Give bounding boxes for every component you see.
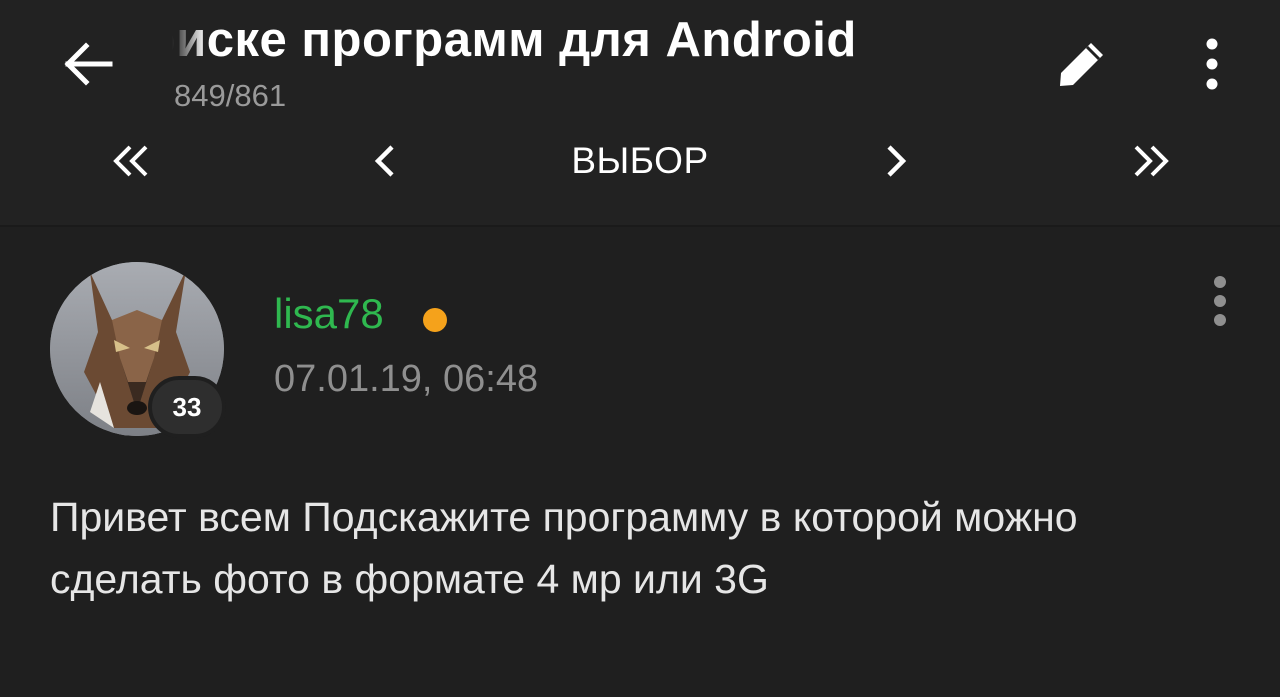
double-chevron-left-icon [113,145,148,177]
back-button[interactable] [52,28,124,100]
first-page-button[interactable] [90,128,170,194]
author-name[interactable]: lisa78 [274,290,384,338]
last-page-button[interactable] [1112,128,1192,194]
post-date: 07.01.19, 06:48 [274,358,539,400]
pencil-icon [1060,43,1103,86]
page-select-button[interactable]: ВЫБОР [540,128,740,194]
post-counter: 849/861 [174,78,287,113]
title-fade-right [868,8,902,78]
online-status-indicator [423,308,447,332]
more-vertical-icon [1206,38,1218,90]
chevron-right-icon [887,145,907,177]
next-page-button[interactable] [856,128,936,194]
double-chevron-right-icon [1134,145,1169,177]
post-options-button[interactable] [1196,266,1244,336]
post-text: Привет всем Подскажите программу в котор… [50,494,1078,602]
page-navigation: ВЫБОР [0,128,1280,194]
title-container: Поиске программ для Android [172,8,902,78]
more-options-button[interactable] [1182,26,1242,102]
chevron-left-icon [374,145,394,177]
edit-button[interactable] [1044,26,1120,102]
reputation-badge[interactable]: 33 [148,376,226,438]
arrow-left-icon [64,42,113,86]
previous-page-button[interactable] [345,128,425,194]
topic-title: Поиске программ для Android [172,13,857,67]
header-divider [0,225,1280,227]
title-fade-left [172,8,206,78]
more-vertical-icon [1214,276,1226,326]
